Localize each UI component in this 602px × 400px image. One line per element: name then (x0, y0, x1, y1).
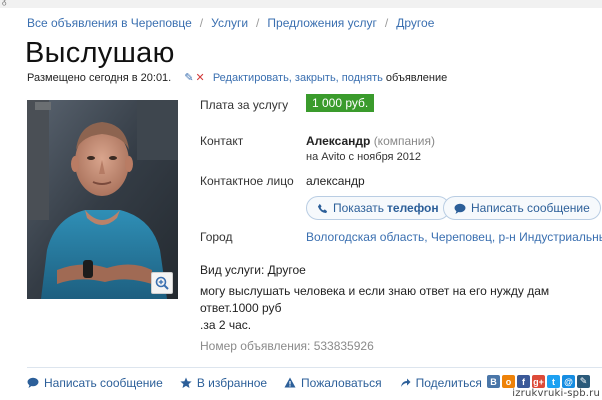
contact-person-label: Контактное лицо (200, 174, 294, 188)
write-message-action[interactable]: Написать сообщение (27, 376, 163, 390)
pencil-icon[interactable]: ✎ (184, 72, 193, 84)
contact-type: (компания) (373, 134, 435, 148)
contact-label: Контакт (200, 134, 244, 148)
add-favorite-action[interactable]: В избранное (180, 376, 267, 390)
phone-icon (317, 203, 328, 214)
magnifier-plus-icon (155, 276, 169, 290)
edit-link-suffix: объявление (385, 72, 448, 84)
favicon-icon: ᵹ (2, 0, 7, 6)
star-icon (180, 377, 192, 389)
speech-bubble-icon (454, 203, 466, 214)
breadcrumb-separator: / (256, 16, 260, 30)
breadcrumb-services[interactable]: Услуги (211, 16, 248, 30)
breadcrumb-service-offers[interactable]: Предложения услуг (267, 16, 377, 30)
person-photo (27, 100, 178, 299)
odnoklassniki-icon[interactable]: o (502, 375, 515, 388)
write-message-label: Написать сообщение (471, 201, 590, 215)
breadcrumb-all-ads[interactable]: Все объявления в Череповце (27, 16, 192, 30)
ad-description: могу выслушать человека и если знаю отве… (200, 283, 602, 334)
contact-person-value: александр (306, 174, 365, 188)
complain-action[interactable]: Пожаловаться (284, 376, 382, 390)
share-action[interactable]: Поделиться (399, 376, 482, 390)
contact-since: на Avito с ноября 2012 (306, 151, 422, 163)
top-strip: ᵹ (0, 0, 602, 8)
speech-bubble-icon (27, 377, 39, 388)
breadcrumb-separator: / (384, 16, 389, 30)
contact-info: Александр (компания) (306, 134, 435, 148)
share-icon (399, 377, 411, 389)
share-label: Поделиться (415, 375, 482, 390)
breadcrumb: Все объявления в Череповце / Услуги / Предло… (27, 16, 434, 30)
page-title: Выслушаю (25, 37, 175, 69)
warning-icon (284, 377, 296, 388)
zoom-button[interactable] (151, 272, 173, 294)
add-favorite-label: В избранное (196, 375, 268, 390)
vk-icon[interactable]: B (487, 375, 500, 388)
write-message-action-label: Написать сообщение (44, 375, 163, 390)
show-phone-button[interactable]: Показать телефон (306, 196, 450, 220)
write-message-button[interactable]: Написать сообщение (443, 196, 601, 220)
facebook-icon[interactable]: f (517, 375, 530, 388)
ad-meta: Размещено сегодня в 20:01. ✎ ✕ Редактиров… (27, 71, 447, 84)
city-value[interactable]: Вологодская область, Череповец, р-н Инду… (306, 230, 602, 244)
ad-number: Номер объявления: 533835926 (200, 339, 374, 353)
show-phone-label: Показать (333, 201, 385, 215)
watermark: izrukvruki-spb.ru (512, 388, 600, 399)
complain-label: Пожаловаться (301, 375, 382, 390)
social-share-icons: Bo f g+ t @ ✎ (487, 375, 590, 388)
price-badge: 1 000 руб. (306, 94, 375, 112)
show-phone-bold: телефон (387, 201, 439, 215)
breadcrumb-separator: / (199, 16, 204, 30)
ad-photo[interactable] (27, 100, 178, 299)
close-icon[interactable]: ✕ (196, 72, 205, 84)
service-type: Вид услуги: Другое (200, 263, 306, 277)
city-label: Город (200, 230, 233, 244)
price-label: Плата за услугу (200, 98, 289, 112)
edit-ad-link[interactable]: Редактировать, закрыть, поднять (213, 72, 383, 84)
livejournal-icon[interactable]: ✎ (577, 375, 590, 388)
google-plus-icon[interactable]: g+ (532, 375, 545, 388)
description-line: могу выслушать человека и если знаю отве… (200, 284, 550, 315)
description-line: .за 2 час. (200, 318, 252, 332)
breadcrumb-other[interactable]: Другое (396, 16, 434, 30)
contact-name[interactable]: Александр (306, 134, 370, 148)
mail-icon[interactable]: @ (562, 375, 575, 388)
posted-time: Размещено сегодня в 20:01. (27, 72, 172, 84)
twitter-icon[interactable]: t (547, 375, 560, 388)
